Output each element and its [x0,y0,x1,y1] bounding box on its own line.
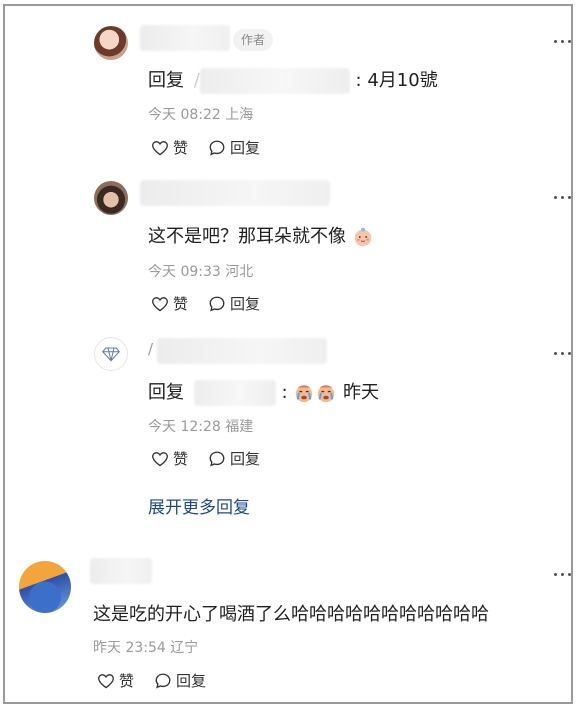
user-avatar[interactable] [94,26,128,60]
reply-label: 回复 [176,672,207,690]
reply-button[interactable]: 回复 [208,137,260,158]
reply-content: : 4月10號 [355,70,438,91]
crying-face-emoji [318,385,335,403]
baby-face-emoji [354,227,371,247]
reply-label: 回复 [230,295,261,313]
more-options-icon[interactable] [552,569,572,579]
heart-icon [152,296,168,311]
like-button[interactable]: 赞 [97,670,134,691]
comment-location: 辽宁 [170,640,199,656]
reply-target-redacted[interactable] [193,380,276,406]
like-label: 赞 [119,672,135,690]
diamond-avatar-icon[interactable] [94,337,128,371]
comment-time: 昨天 23:54 [93,640,166,656]
reply-time: 今天 12:28 [148,419,221,435]
reply-target-redacted[interactable] [199,68,350,94]
user-avatar[interactable] [94,181,128,215]
heart-icon [98,673,114,688]
user-avatar[interactable] [19,561,71,613]
reply-location: 河北 [225,264,254,280]
reply-actions: 赞 回复 [151,293,260,314]
like-label: 赞 [173,450,189,468]
reply-text: 回复 : 昨天 [148,378,379,406]
reply-time: 今天 09:33 [148,264,221,280]
crying-face-emoji [296,385,313,403]
chat-bubble-icon [155,673,171,689]
chat-bubble-icon [209,296,225,312]
reply-location: 福建 [225,419,254,435]
expand-more-replies-link[interactable]: 展开更多回复 [148,493,250,518]
chat-bubble-icon [209,140,225,156]
chat-bubble-icon [209,451,225,467]
reply-button[interactable]: 回复 [208,293,260,314]
reply-actions: 赞 回复 [151,448,260,469]
reply-time: 今天 08:22 [148,107,221,123]
heart-icon [152,140,168,155]
reply-button[interactable]: 回复 [208,448,260,469]
more-options-icon[interactable] [552,192,572,202]
more-options-icon[interactable] [552,348,572,358]
username-redacted[interactable] [90,558,152,584]
username-redacted[interactable] [140,25,230,51]
reply-meta: 今天 09:33 河北 [148,261,253,281]
username-redacted[interactable] [140,180,330,206]
comment-meta: 昨天 23:54 辽宁 [93,637,198,657]
like-button[interactable]: 赞 [151,448,188,469]
reply-meta: 今天 08:22 上海 [148,104,253,124]
reply-prefix: 回复 [148,70,184,91]
reply-actions: 赞 回复 [151,137,260,158]
more-options-icon[interactable] [552,36,572,46]
reply-colon: : [281,382,288,403]
heart-icon [152,451,168,466]
comment-thread-panel: 作者 回复 / : 4月10號 今天 08:22 上海 赞 回复 这不是吧？那耳… [3,4,573,704]
reply-content: 昨天 [343,382,380,403]
like-button[interactable]: 赞 [151,137,188,158]
reply-label: 回复 [230,450,261,468]
redaction-mark: / [193,70,200,91]
comment-actions: 赞 回复 [97,670,206,691]
username-initial: / [148,340,154,358]
like-button[interactable]: 赞 [151,293,188,314]
reply-text: 回复 / : 4月10號 [148,66,438,94]
author-badge: 作者 [233,29,274,51]
reply-button[interactable]: 回复 [154,670,206,691]
username-redacted[interactable] [157,338,327,364]
reply-prefix: 回复 [148,382,184,403]
like-label: 赞 [173,139,189,157]
reply-label: 回复 [230,139,261,157]
like-label: 赞 [173,295,189,313]
reply-location: 上海 [225,107,254,123]
reply-content: 这不是吧？那耳朵就不像 [148,226,346,247]
reply-meta: 今天 12:28 福建 [148,416,253,436]
comment-text: 这是吃的开心了喝酒了么哈哈哈哈哈哈哈哈哈哈哈 [93,604,489,625]
reply-text: 这不是吧？那耳朵就不像 [148,222,374,248]
